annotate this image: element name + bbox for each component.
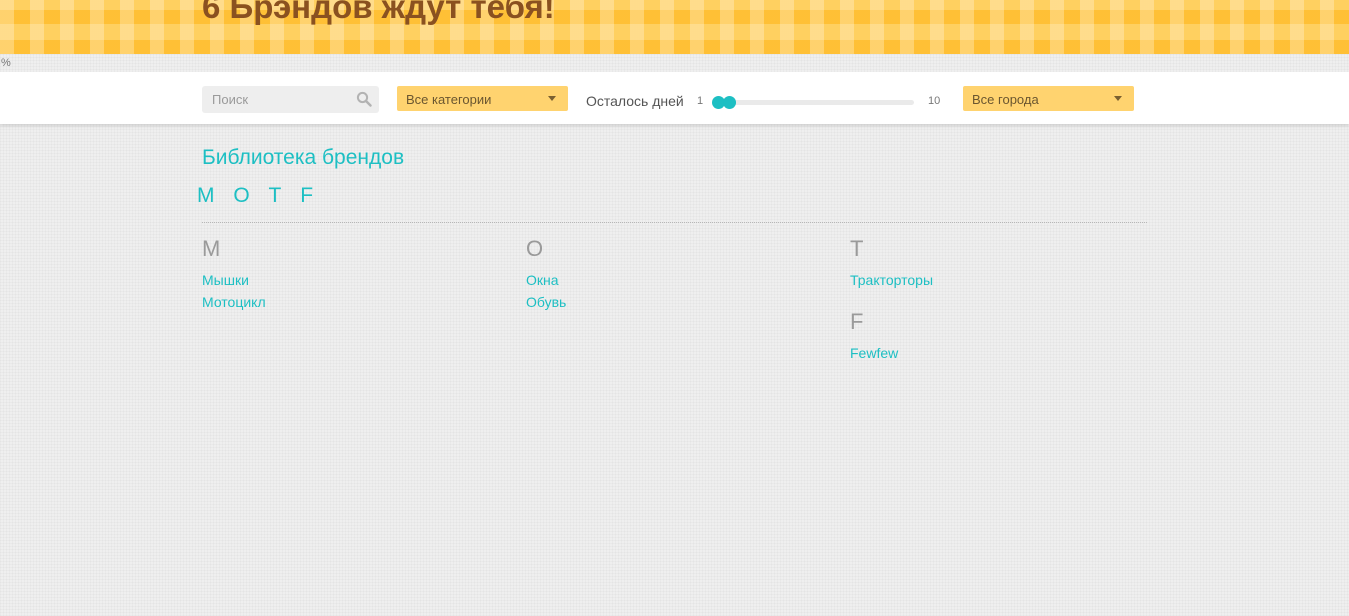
group-letter: M	[202, 236, 221, 261]
chevron-down-icon	[1114, 96, 1122, 101]
letter-link-f[interactable]: F	[300, 184, 313, 208]
letters-nav: M O T F	[197, 184, 326, 208]
brand-link[interactable]: Обувь	[526, 292, 826, 314]
filter-bar: Все категории Осталось дней 1 10 Все гор…	[0, 72, 1349, 124]
group-letter: T	[850, 236, 864, 261]
days-slider-track[interactable]	[712, 96, 914, 109]
slider-max-label: 10	[928, 95, 941, 107]
brand-link[interactable]: Мотоцикл	[202, 292, 502, 314]
search-box[interactable]	[202, 86, 379, 113]
letter-group: F Fewfew	[850, 309, 1150, 365]
library-title: Библиотека брендов	[202, 146, 405, 169]
brand-column: O Окна Обувь	[526, 236, 826, 331]
letter-link-m[interactable]: M	[197, 184, 215, 208]
divider	[202, 222, 1147, 223]
brand-column: T Тракторторы F Fewfew	[850, 236, 1150, 382]
group-letter: F	[850, 309, 864, 334]
city-dropdown-label: Все города	[972, 92, 1039, 107]
chevron-down-icon	[548, 96, 556, 101]
city-dropdown[interactable]: Все города	[963, 86, 1134, 111]
letter-group: O Окна Обувь	[526, 236, 826, 314]
letter-link-t[interactable]: T	[269, 184, 282, 208]
brand-link[interactable]: Мышки	[202, 270, 502, 292]
banner-title: 6 Брэндов ждут тебя!	[202, 0, 555, 25]
brand-column: M Мышки Мотоцикл	[202, 236, 502, 331]
letter-group: T Тракторторы	[850, 236, 1150, 292]
letter-link-o[interactable]: O	[233, 184, 249, 208]
slider-min-label: 1	[697, 95, 704, 107]
category-dropdown[interactable]: Все категории	[397, 86, 568, 111]
search-input[interactable]	[202, 86, 352, 113]
letter-group: M Мышки Мотоцикл	[202, 236, 502, 314]
days-left-label: Осталось дней	[586, 93, 684, 109]
group-letter: O	[526, 236, 544, 261]
search-icon[interactable]	[356, 91, 372, 107]
days-slider-handle-end[interactable]	[723, 96, 736, 109]
brand-link[interactable]: Тракторторы	[850, 270, 1150, 292]
percent-text: %	[1, 57, 11, 69]
category-dropdown-label: Все категории	[406, 92, 492, 107]
brand-link[interactable]: Fewfew	[850, 343, 1150, 365]
header-banner: 6 Брэндов ждут тебя!	[0, 0, 1349, 54]
brand-link[interactable]: Окна	[526, 270, 826, 292]
